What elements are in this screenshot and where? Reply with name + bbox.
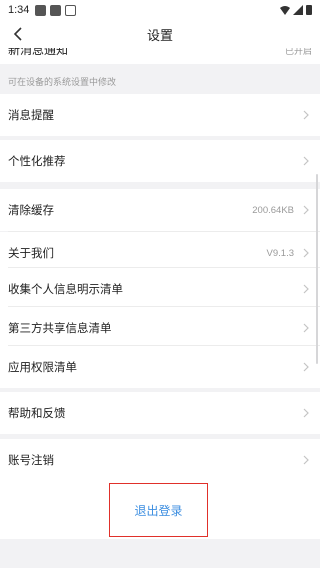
- chevron-right-icon: [302, 454, 310, 466]
- settings-item-third-party-sharing-list[interactable]: 第三方共享信息清单: [0, 307, 320, 349]
- scrollbar[interactable]: [316, 174, 318, 364]
- settings-item-label: 帮助和反馈: [8, 406, 66, 420]
- settings-item-clear-cache[interactable]: 清除缓存 200.64KB: [0, 189, 320, 231]
- signal-icon: [293, 5, 303, 15]
- chevron-right-icon: [302, 283, 310, 295]
- chevron-right-icon: [302, 155, 310, 167]
- settings-item-label: 账号注销: [8, 453, 54, 467]
- chevron-left-icon: [13, 27, 22, 41]
- app-version-value: V9.1.3: [266, 247, 294, 259]
- logout-button[interactable]: 退出登录: [109, 483, 208, 537]
- wifi-icon: [280, 5, 290, 15]
- chevron-right-icon: [302, 109, 310, 121]
- page-title: 设置: [146, 28, 173, 44]
- settings-item-value: 已开启: [284, 48, 312, 57]
- logout-section: 退出登录: [0, 481, 320, 539]
- settings-item-label: 应用权限清单: [8, 360, 77, 374]
- chevron-right-icon: [302, 361, 310, 373]
- settings-item-label: 收集个人信息明示清单: [8, 282, 123, 296]
- notification-icon: [35, 4, 47, 16]
- settings-item-label: 第三方共享信息清单: [8, 321, 112, 335]
- cache-size-value: 200.64KB: [252, 204, 294, 216]
- settings-item-personalized-recommendation[interactable]: 个性化推荐: [0, 140, 320, 182]
- settings-item-message-reminder[interactable]: 消息提醒: [0, 94, 320, 136]
- settings-item-new-message-notification[interactable]: 新消息通知 已开启: [0, 48, 320, 64]
- logout-label: 退出登录: [134, 503, 183, 518]
- app-notification-icon: [50, 4, 62, 16]
- back-button[interactable]: [8, 24, 28, 44]
- settings-item-help-feedback[interactable]: 帮助和反馈: [0, 392, 320, 434]
- system-settings-hint: 可在设备的系统设置中修改: [0, 64, 320, 92]
- nav-bar: 设置: [0, 20, 320, 48]
- status-bar: 1:34: [0, 0, 320, 20]
- chevron-right-icon: [302, 322, 310, 334]
- settings-item-label: 个性化推荐: [8, 154, 66, 168]
- settings-item-label: 关于我们: [8, 246, 54, 260]
- chevron-right-icon: [302, 204, 310, 216]
- font-icon: [65, 4, 77, 16]
- chevron-right-icon: [302, 247, 310, 259]
- settings-item-app-permissions-list[interactable]: 应用权限清单: [0, 346, 320, 388]
- settings-item-personal-info-list[interactable]: 收集个人信息明示清单: [0, 268, 320, 310]
- battery-icon: [306, 5, 312, 15]
- settings-item-label: 新消息通知: [8, 48, 69, 57]
- status-time: 1:34: [8, 4, 30, 16]
- settings-item-label: 消息提醒: [8, 108, 54, 122]
- settings-item-label: 清除缓存: [8, 203, 54, 217]
- status-indicators: [280, 5, 312, 15]
- chevron-right-icon: [302, 407, 310, 419]
- settings-item-account-cancellation[interactable]: 账号注销: [0, 439, 320, 481]
